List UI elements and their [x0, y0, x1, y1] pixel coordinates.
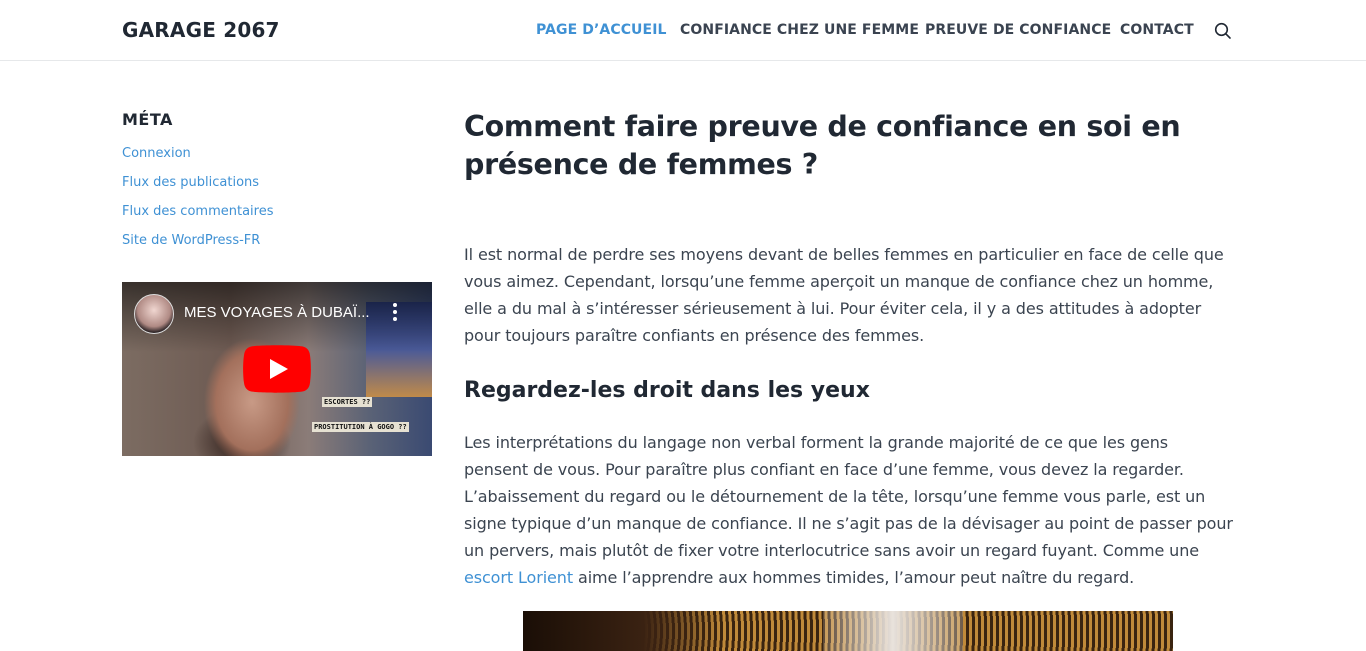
- list-item: Flux des publications: [122, 173, 432, 202]
- video-thumbnail-caption: PROSTITUTION À GOGO ??: [312, 422, 409, 432]
- video-thumbnail-caption: ESCORTES ??: [322, 397, 373, 407]
- nav-item-confiance-femme[interactable]: CONFIANCE CHEZ UNE FEMME: [680, 22, 919, 38]
- search-icon[interactable]: [1214, 22, 1232, 40]
- site-header: GARAGE 2067 PAGE D’ACCUEIL CONFIANCE CHE…: [0, 0, 1366, 61]
- more-options-icon[interactable]: [388, 300, 402, 328]
- intro-paragraph: Il est normal de perdre ses moyens devan…: [464, 245, 1224, 345]
- nav-item-home[interactable]: PAGE D’ACCUEIL: [536, 22, 667, 38]
- login-link[interactable]: Connexion: [122, 146, 191, 161]
- section-heading: Regardez-les droit dans les yeux: [464, 378, 870, 403]
- list-item: Flux des commentaires: [122, 202, 432, 231]
- post-title: Comment faire preuve de confiance en soi…: [464, 110, 1181, 181]
- escort-lorient-link[interactable]: escort Lorient: [464, 568, 573, 587]
- main-content: Comment faire preuve de confiance en soi…: [464, 108, 1234, 591]
- body-text: aime l’apprendre aux hommes timides, l’a…: [573, 568, 1135, 587]
- comments-feed-link[interactable]: Flux des commentaires: [122, 204, 273, 219]
- sidebar: MÉTA Connexion Flux des publications Flu…: [122, 110, 432, 260]
- site-title[interactable]: GARAGE 2067: [122, 18, 280, 42]
- nav-item-contact[interactable]: CONTACT: [1120, 22, 1194, 38]
- nav-item-preuve-confiance[interactable]: PREUVE DE CONFIANCE: [925, 22, 1111, 38]
- body-paragraph: Les interprétations du langage non verba…: [464, 429, 1234, 591]
- list-item: Site de WordPress-FR: [122, 231, 432, 260]
- youtube-video-embed[interactable]: ESCORTES ?? PROSTITUTION À GOGO ?? MES V…: [122, 282, 432, 456]
- list-item: Connexion: [122, 144, 432, 173]
- meta-links: Connexion Flux des publications Flux des…: [122, 144, 432, 260]
- video-title[interactable]: MES VOYAGES À DUBAÏ...: [184, 304, 379, 321]
- posts-feed-link[interactable]: Flux des publications: [122, 175, 259, 190]
- body-text: Les interprétations du langage non verba…: [464, 433, 1233, 560]
- meta-widget-title: MÉTA: [122, 110, 173, 129]
- channel-avatar[interactable]: [134, 294, 174, 334]
- wordpress-fr-link[interactable]: Site de WordPress-FR: [122, 233, 260, 248]
- play-button-icon[interactable]: [243, 345, 311, 393]
- post-image: [523, 611, 1173, 651]
